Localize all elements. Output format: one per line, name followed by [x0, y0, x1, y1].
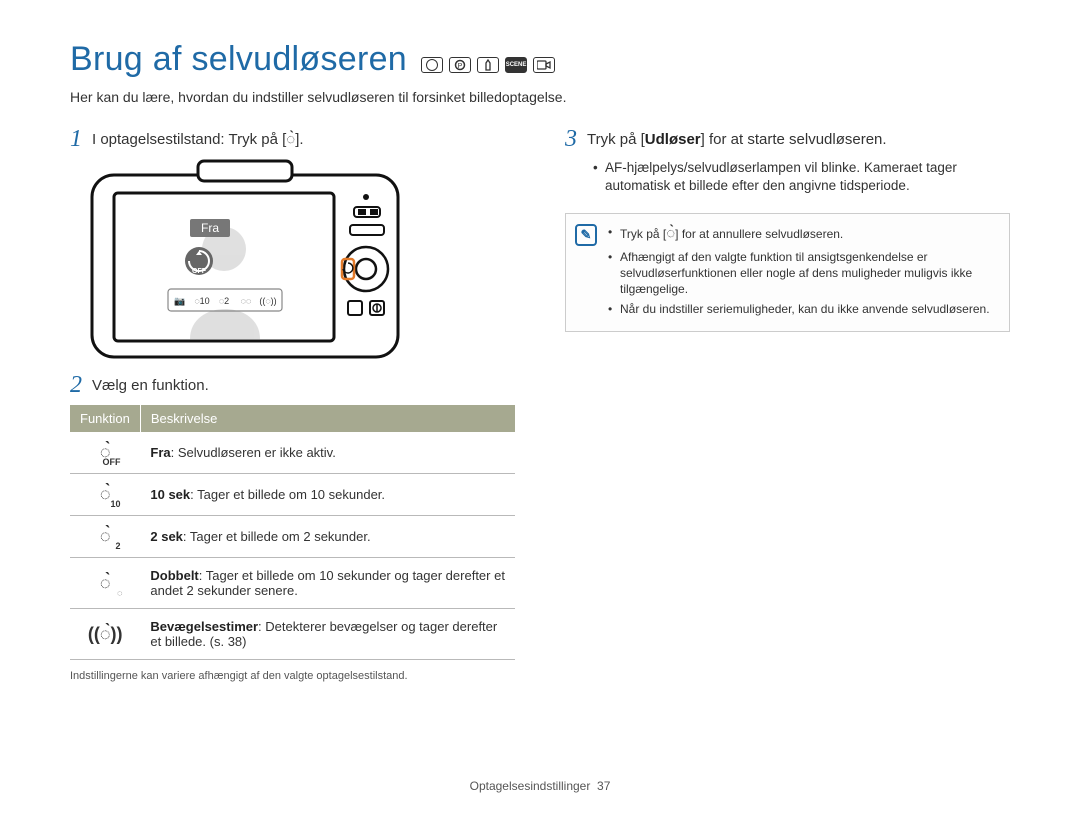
note-item: Afhængigt af den valgte funktion til ans… — [606, 249, 995, 298]
bullet-item: AF-hjælpelys/selvudløserlampen vil blink… — [565, 159, 1010, 195]
note-item: Når du indstiller seriemuligheder, kan d… — [606, 301, 995, 317]
svg-text:P: P — [458, 63, 463, 70]
camera-illustration: Fra OFF 📷 ◌10 ◌2 ◌◌ ((◌)) — [90, 159, 515, 359]
intro-text: Her kan du lære, hvordan du indstiller s… — [70, 89, 1010, 105]
timer-off-icon: ◌̀OFF — [70, 432, 140, 474]
note-icon: ✎ — [566, 214, 606, 331]
mode-video-icon — [533, 57, 555, 73]
note-box: ✎ Tryk på [◌̀] for at annullere selvudlø… — [565, 213, 1010, 332]
row-desc: 10 sek: Tager et billede om 10 sekunder. — [140, 474, 515, 516]
note-item: Tryk på [◌̀] for at annullere selvudløse… — [606, 224, 995, 244]
mode-smart-icon — [421, 57, 443, 73]
function-table: Funktion Beskrivelse ◌̀OFF Fra: Selvudlø… — [70, 405, 515, 660]
th-funktion: Funktion — [70, 405, 140, 432]
table-row: ◌̀2 2 sek: Tager et billede om 2 sekunde… — [70, 516, 515, 558]
step-1-number: 1 — [70, 127, 82, 151]
left-column: 1 I optagelsestilstand: Tryk på [◌̀]. — [70, 127, 515, 682]
step-1-text: I optagelsestilstand: Tryk på [◌̀]. — [92, 127, 304, 148]
step-3-text: Tryk på [Udløser] for at starte selvudlø… — [587, 127, 887, 148]
mode-scene-icon: SCENE — [505, 57, 527, 73]
title-row: Brug af selvudløseren P SCENE — [70, 40, 1010, 79]
step-3: 3 Tryk på [Udløser] for at starte selvud… — [565, 127, 1010, 151]
timer-motion-icon: ((◌̀)) — [70, 609, 140, 660]
step-1-text-a: I optagelsestilstand: Tryk på [ — [92, 131, 286, 148]
table-footnote: Indstillingerne kan variere afhængigt af… — [70, 670, 515, 682]
camera-ui-off-label: OFF — [192, 268, 207, 275]
step-3-number: 3 — [565, 127, 577, 151]
mode-program-icon: P — [449, 57, 471, 73]
timer-10s-icon: ◌̀10 — [70, 474, 140, 516]
two-columns: 1 I optagelsestilstand: Tryk på [◌̀]. — [70, 127, 1010, 682]
step-2: 2 Vælg en funktion. — [70, 373, 515, 397]
timer-icon: ◌̀ — [286, 131, 295, 148]
row-desc: Bevægelsestimer: Detekterer bevægelser o… — [140, 609, 515, 660]
mode-dual-is-icon — [477, 57, 499, 73]
step-3-bullets: AF-hjælpelys/selvudløserlampen vil blink… — [565, 159, 1010, 195]
step-2-number: 2 — [70, 373, 82, 397]
table-header-row: Funktion Beskrivelse — [70, 405, 515, 432]
page-title: Brug af selvudløseren — [70, 40, 407, 79]
title-mode-icons: P SCENE — [421, 57, 555, 73]
svg-text:📷: 📷 — [174, 296, 185, 306]
svg-text:◌◌: ◌◌ — [241, 296, 252, 306]
row-desc: Dobbelt: Tager et billede om 10 sekunder… — [140, 558, 515, 609]
table-row: ◌̀◌ Dobbelt: Tager et billede om 10 seku… — [70, 558, 515, 609]
svg-text:((◌)): ((◌)) — [259, 296, 276, 306]
step-1-text-b: ]. — [295, 131, 303, 148]
page-footer: Optagelsesindstillinger 37 — [0, 779, 1080, 793]
table-row: ◌̀OFF Fra: Selvudløseren er ikke aktiv. — [70, 432, 515, 474]
footer-page-number: 37 — [597, 779, 610, 793]
svg-text:◌2: ◌2 — [219, 296, 229, 306]
row-desc: Fra: Selvudløseren er ikke aktiv. — [140, 432, 515, 474]
svg-text:◌10: ◌10 — [194, 296, 209, 306]
step-2-text: Vælg en funktion. — [92, 373, 209, 394]
timer-icon: ◌̀ — [666, 225, 675, 242]
right-column: 3 Tryk på [Udløser] for at starte selvud… — [565, 127, 1010, 682]
camera-ui-fra-label: Fra — [201, 221, 219, 235]
table-row: ((◌̀)) Bevægelsestimer: Detekterer bevæg… — [70, 609, 515, 660]
table-row: ◌̀10 10 sek: Tager et billede om 10 seku… — [70, 474, 515, 516]
footer-section: Optagelsesindstillinger — [470, 779, 591, 793]
timer-double-icon: ◌̀◌ — [70, 558, 140, 609]
row-desc: 2 sek: Tager et billede om 2 sekunder. — [140, 516, 515, 558]
manual-page: Brug af selvudløseren P SCENE Her kan du… — [0, 0, 1080, 815]
th-beskrivelse: Beskrivelse — [140, 405, 515, 432]
timer-2s-icon: ◌̀2 — [70, 516, 140, 558]
note-list: Tryk på [◌̀] for at annullere selvudløse… — [606, 214, 1009, 331]
step-1: 1 I optagelsestilstand: Tryk på [◌̀]. — [70, 127, 515, 151]
